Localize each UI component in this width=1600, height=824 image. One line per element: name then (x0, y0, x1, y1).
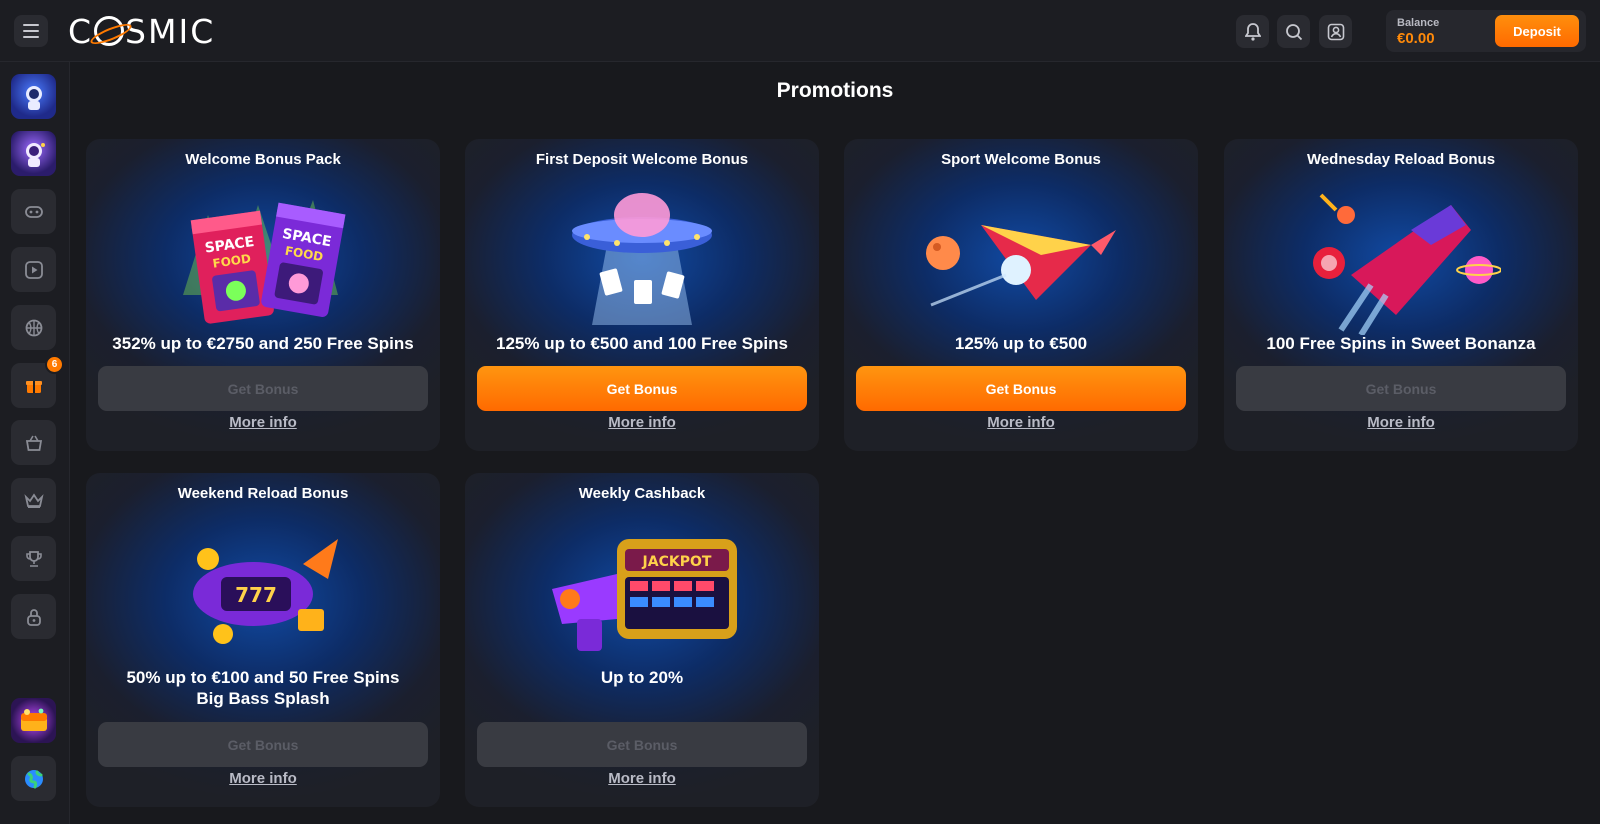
more-info-link[interactable]: More info (86, 770, 440, 787)
promo-offer: Up to 20% (600, 668, 684, 687)
promo-chest-image[interactable] (11, 698, 56, 743)
ufo-image (572, 193, 712, 325)
menu-button[interactable] (14, 15, 48, 47)
promo-title: Weekend Reload Bonus (177, 485, 349, 502)
more-info-link[interactable]: More info (86, 414, 440, 431)
promo-offer: 125% up to €500 and 100 Free Spins (496, 334, 788, 353)
profile-icon[interactable] (1319, 15, 1352, 48)
promo-title: Weekly Cashback (578, 485, 706, 502)
svg-text:JACKPOT: JACKPOT (642, 554, 712, 570)
get-bonus-button[interactable]: Get Bonus (477, 722, 807, 767)
slot-rocket-image: 777 (193, 539, 338, 644)
gamepad-icon[interactable] (11, 189, 56, 234)
promo-card-sport-welcome-bonus: Sport Welcome Bonus 125% up to €500 Get … (844, 139, 1198, 451)
promo-card-weekend-reload-bonus: Weekend Reload Bonus 777 50% up to €100 … (86, 473, 440, 807)
more-info-link[interactable]: More info (465, 414, 819, 431)
search-icon[interactable] (1277, 15, 1310, 48)
planet-o-logo-glyph (94, 16, 125, 46)
sidebar: 6 (0, 62, 70, 824)
promo-title: Welcome Bonus Pack (185, 151, 341, 168)
gift-icon[interactable]: 6 (11, 355, 64, 408)
spaceship-image (1313, 193, 1501, 335)
bell-icon[interactable] (1236, 15, 1269, 48)
get-bonus-button[interactable]: Get Bonus (98, 366, 428, 411)
promo-offer-line1: 50% up to €100 and 50 Free Spins (126, 668, 400, 687)
deposit-button[interactable]: Deposit (1495, 15, 1579, 47)
promo-offer: 352% up to €2750 and 250 Free Spins (112, 334, 414, 353)
basketball-icon[interactable] (11, 305, 56, 350)
lock-icon[interactable] (11, 594, 56, 639)
svg-text:777: 777 (235, 583, 277, 607)
cosmic-logo[interactable]: C SMIC (68, 12, 215, 51)
jackpot-machine-image: JACKPOT (552, 539, 737, 651)
space-food-bags-image: SPACE FOOD SPACE FOOD (183, 200, 346, 324)
astronaut-avatar[interactable] (11, 74, 56, 119)
balance-value: €0.00 (1397, 30, 1435, 47)
promo-offer-line2: Big Bass Splash (196, 689, 330, 708)
promo-title: First Deposit Welcome Bonus (535, 151, 749, 168)
promo-offer: 125% up to €500 (954, 334, 1088, 353)
get-bonus-button[interactable]: Get Bonus (856, 366, 1186, 411)
promo-card-first-deposit-welcome-bonus: First Deposit Welcome Bonus 125% up to €… (465, 139, 819, 451)
more-info-link[interactable]: More info (465, 770, 819, 787)
more-info-link[interactable]: More info (1224, 414, 1578, 431)
promo-offer: 100 Free Spins in Sweet Bonanza (1266, 334, 1536, 353)
get-bonus-button[interactable]: Get Bonus (98, 722, 428, 767)
page-title: Promotions (776, 79, 894, 102)
rocket-image (926, 225, 1116, 307)
crown-icon[interactable] (11, 478, 56, 523)
promo-title: Sport Welcome Bonus (941, 151, 1101, 168)
more-info-link[interactable]: More info (844, 414, 1198, 431)
get-bonus-button[interactable]: Get Bonus (1236, 366, 1566, 411)
astronaut-avatar-2[interactable] (11, 131, 56, 176)
get-bonus-button[interactable]: Get Bonus (477, 366, 807, 411)
promo-card-weekly-cashback: Weekly Cashback JACKPOT Up to 20% Get Bo… (465, 473, 819, 807)
trophy-icon[interactable] (11, 536, 56, 581)
top-bar: C SMIC Balance €0.00 Deposit (0, 0, 1600, 62)
promo-card-wednesday-reload-bonus: Wednesday Reload Bonus 100 Free Spins in… (1224, 139, 1578, 451)
globe-icon[interactable] (11, 756, 56, 801)
gift-badge: 6 (45, 355, 64, 374)
promo-title: Wednesday Reload Bonus (1306, 151, 1496, 168)
play-icon[interactable] (11, 247, 56, 292)
basket-icon[interactable] (11, 420, 56, 465)
balance-label: Balance (1397, 17, 1440, 29)
promo-card-welcome-bonus-pack: Welcome Bonus Pack SPACE FOOD SPACE FOOD… (86, 139, 440, 451)
